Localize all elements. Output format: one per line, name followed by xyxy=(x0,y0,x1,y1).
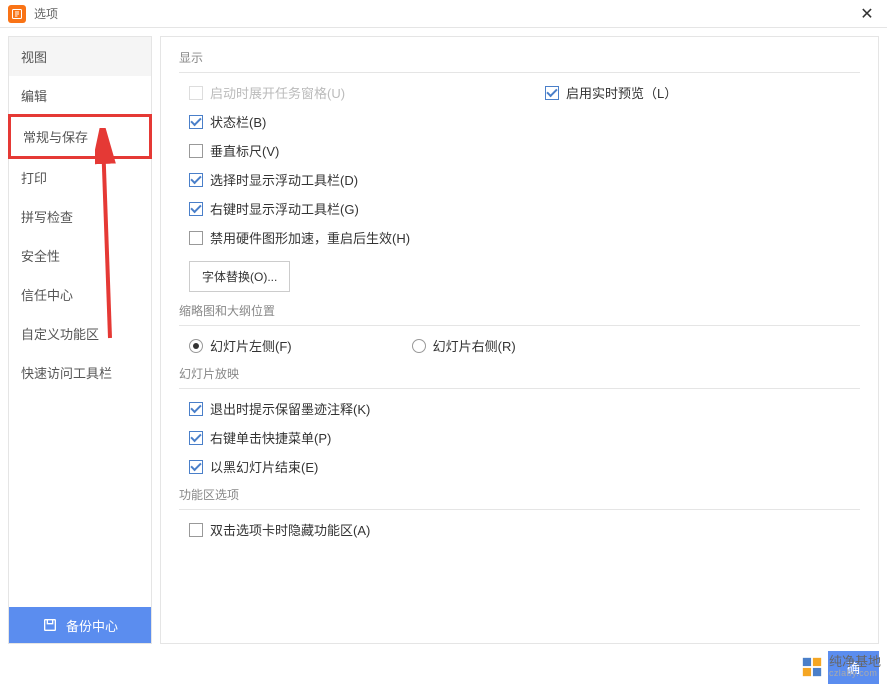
sidebar-item-7[interactable]: 自定义功能区 xyxy=(9,314,151,353)
checkbox-dbl-click-hide[interactable]: 双击选项卡时隐藏功能区(A) xyxy=(189,520,370,539)
sidebar-item-4[interactable]: 拼写检查 xyxy=(9,197,151,236)
font-replace-button[interactable]: 字体替换(O)... xyxy=(189,261,290,292)
radio-thumb-left[interactable]: 幻灯片左侧(F) xyxy=(189,336,292,355)
checkbox-float-toolbar-right[interactable]: 右键时显示浮动工具栏(G) xyxy=(189,199,359,218)
sidebar-item-0[interactable]: 视图 xyxy=(9,37,151,76)
watermark-logo-icon xyxy=(801,656,823,678)
checkbox-disable-hw-accel[interactable]: 禁用硬件图形加速，重启后生效(H) xyxy=(189,228,410,247)
section-display-title: 显示 xyxy=(179,49,860,66)
sidebar-item-3[interactable]: 打印 xyxy=(9,158,151,197)
checkbox-show-task-pane: 启动时展开任务窗格(U) xyxy=(189,83,345,102)
checkbox-status-bar[interactable]: 状态栏(B) xyxy=(189,112,266,131)
sidebar: 视图编辑常规与保存打印拼写检查安全性信任中心自定义功能区快速访问工具栏 备份中心 xyxy=(8,36,152,644)
sidebar-item-6[interactable]: 信任中心 xyxy=(9,275,151,314)
sidebar-item-8[interactable]: 快速访问工具栏 xyxy=(9,353,151,392)
sidebar-item-1[interactable]: 编辑 xyxy=(9,76,151,115)
checkbox-float-toolbar-select[interactable]: 选择时显示浮动工具栏(D) xyxy=(189,170,358,189)
checkbox-realtime-preview[interactable]: 启用实时预览（L） xyxy=(545,83,677,102)
close-button[interactable]: ✕ xyxy=(855,2,879,26)
backup-icon xyxy=(42,617,58,633)
section-thumbnail-title: 缩略图和大纲位置 xyxy=(179,302,860,319)
section-slideshow-title: 幻灯片放映 xyxy=(179,365,860,382)
backup-center-button[interactable]: 备份中心 xyxy=(9,607,151,643)
window-title: 选项 xyxy=(34,5,855,22)
sidebar-item-2[interactable]: 常规与保存 xyxy=(8,114,152,159)
sidebar-item-5[interactable]: 安全性 xyxy=(9,236,151,275)
watermark: 纯净基地 czlaby.com xyxy=(801,655,881,679)
app-logo-icon xyxy=(8,5,26,23)
options-content: 显示 启动时展开任务窗格(U) 启用实时预览（L） 状态栏(B) 垂直标尺(V)… xyxy=(160,36,879,644)
radio-thumb-right[interactable]: 幻灯片右侧(R) xyxy=(412,336,516,355)
checkbox-vertical-ruler[interactable]: 垂直标尺(V) xyxy=(189,141,279,160)
checkbox-right-click-menu[interactable]: 右键单击快捷菜单(P) xyxy=(189,428,331,447)
section-ribbon-title: 功能区选项 xyxy=(179,486,860,503)
checkbox-black-end[interactable]: 以黑幻灯片结束(E) xyxy=(189,457,318,476)
checkbox-exit-ink[interactable]: 退出时提示保留墨迹注释(K) xyxy=(189,399,370,418)
